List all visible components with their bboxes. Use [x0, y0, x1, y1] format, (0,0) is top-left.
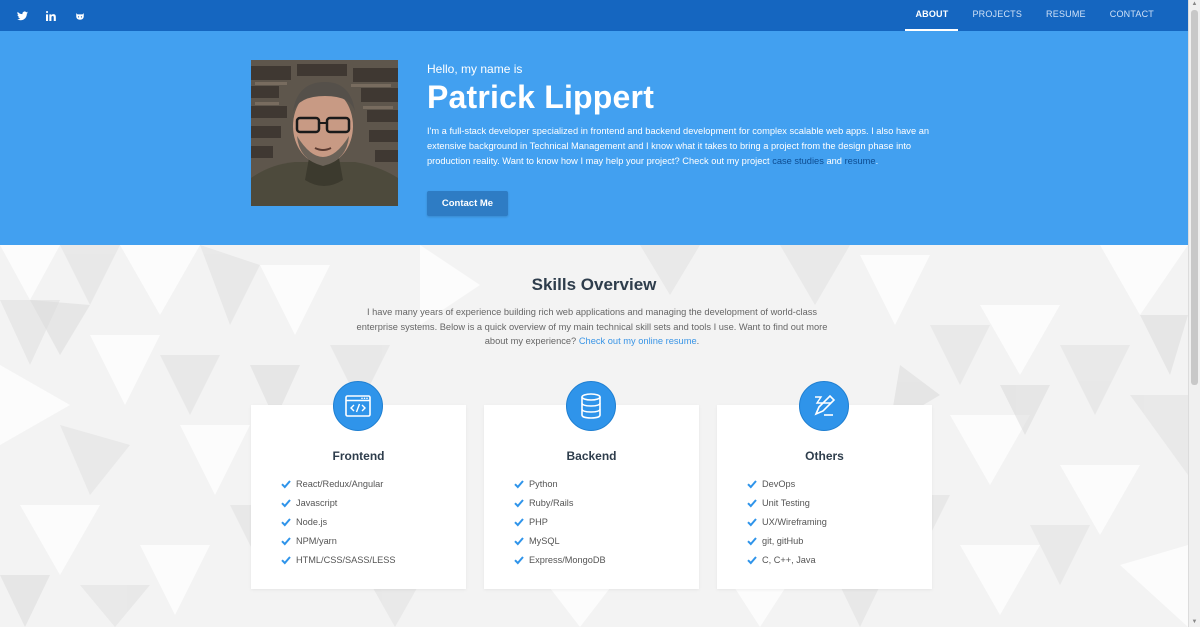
skill-item-label: C, C++, Java	[762, 555, 816, 566]
check-icon	[281, 479, 291, 489]
list-item: MySQL	[514, 532, 606, 551]
hero-greeting: Hello, my name is	[427, 62, 523, 76]
list-item: Express/MongoDB	[514, 551, 606, 570]
skill-card-others: Others DevOps Unit Testing UX/Wireframin…	[717, 405, 932, 589]
check-icon	[514, 479, 524, 489]
hero-name: Patrick Lippert	[427, 79, 655, 115]
check-icon	[514, 536, 524, 546]
skill-item-label: DevOps	[762, 478, 796, 489]
check-icon	[747, 479, 757, 489]
hero-intro-and: and	[823, 156, 845, 166]
skills-description-end: .	[696, 336, 700, 346]
skill-item-label: HTML/CSS/SASS/LESS	[296, 555, 396, 566]
list-item: Ruby/Rails	[514, 493, 606, 512]
check-icon	[281, 555, 291, 565]
list-item: DevOps	[747, 474, 827, 493]
check-icon	[281, 536, 291, 546]
list-item: Javascript	[281, 493, 396, 512]
skill-item-label: React/Redux/Angular	[296, 478, 384, 489]
top-navbar: ABOUT PROJECTS RESUME CONTACT	[0, 0, 1188, 31]
database-icon	[566, 381, 616, 431]
skill-item-label: Unit Testing	[762, 497, 810, 508]
linkedin-icon[interactable]	[41, 6, 61, 26]
check-icon	[514, 555, 524, 565]
social-links	[12, 0, 99, 31]
skill-list: Python Ruby/Rails PHP MySQL Express/Mong…	[514, 474, 606, 570]
list-item: NPM/yarn	[281, 532, 396, 551]
skills-title: Skills Overview	[531, 275, 657, 294]
nav-projects[interactable]: PROJECTS	[962, 0, 1032, 31]
profile-photo	[251, 60, 398, 206]
skill-list: DevOps Unit Testing UX/Wireframing git, …	[747, 474, 827, 570]
check-icon	[514, 517, 524, 527]
twitter-icon[interactable]	[12, 6, 32, 26]
skills-section: Skills Overview I have many years of exp…	[0, 245, 1188, 627]
contact-me-button[interactable]: Contact Me	[427, 191, 508, 216]
list-item: UX/Wireframing	[747, 512, 827, 531]
list-item: git, gitHub	[747, 532, 827, 551]
list-item: PHP	[514, 512, 606, 531]
check-icon	[747, 517, 757, 527]
nav-contact[interactable]: CONTACT	[1100, 0, 1164, 31]
skill-card-frontend: Frontend React/Redux/Angular Javascript …	[251, 405, 466, 589]
list-item: C, C++, Java	[747, 551, 827, 570]
online-resume-link[interactable]: Check out my online resume	[579, 336, 697, 346]
check-icon	[514, 498, 524, 508]
skill-card-backend: Backend Python Ruby/Rails PHP MySQL Expr…	[484, 405, 699, 589]
skill-item-label: Javascript	[296, 497, 338, 508]
skill-item-label: git, gitHub	[762, 536, 804, 547]
check-icon	[747, 498, 757, 508]
case-studies-link[interactable]: case studies	[772, 156, 824, 166]
scroll-down-arrow-icon[interactable]: ▼	[1191, 619, 1198, 626]
main-nav: ABOUT PROJECTS RESUME CONTACT	[901, 0, 1164, 31]
skill-item-label: Ruby/Rails	[529, 497, 574, 508]
scrollbar-thumb[interactable]	[1191, 10, 1198, 385]
check-icon	[281, 498, 291, 508]
skill-card-title: Others	[805, 449, 844, 463]
resume-link[interactable]: resume	[845, 156, 876, 166]
check-icon	[747, 555, 757, 565]
skill-item-label: UX/Wireframing	[762, 516, 827, 527]
list-item: Python	[514, 474, 606, 493]
page-scrollbar[interactable]: ▲ ▼	[1188, 0, 1200, 627]
skill-card-title: Frontend	[332, 449, 385, 463]
list-item: Unit Testing	[747, 493, 827, 512]
skill-item-label: NPM/yarn	[296, 536, 337, 547]
skill-item-label: MySQL	[529, 536, 560, 547]
check-icon	[747, 536, 757, 546]
skill-item-label: Python	[529, 478, 558, 489]
nav-resume[interactable]: RESUME	[1036, 0, 1096, 31]
skill-item-label: PHP	[529, 516, 548, 527]
hero-intro: I'm a full-stack developer specialized i…	[427, 124, 932, 169]
list-item: Node.js	[281, 512, 396, 531]
skill-card-title: Backend	[566, 449, 617, 463]
check-icon	[281, 517, 291, 527]
skill-list: React/Redux/Angular Javascript Node.js N…	[281, 474, 396, 570]
hero-intro-end: .	[875, 156, 879, 166]
github-icon[interactable]	[70, 6, 90, 26]
pen-ruler-icon	[799, 381, 849, 431]
nav-about[interactable]: ABOUT	[905, 0, 959, 31]
scroll-up-arrow-icon[interactable]: ▲	[1191, 1, 1198, 8]
list-item: React/Redux/Angular	[281, 474, 396, 493]
list-item: HTML/CSS/SASS/LESS	[281, 551, 396, 570]
skill-item-label: Node.js	[296, 516, 328, 527]
code-window-icon	[333, 381, 383, 431]
hero-section: Hello, my name is Patrick Lippert I'm a …	[0, 31, 1188, 245]
skill-item-label: Express/MongoDB	[529, 555, 606, 566]
skills-description: I have many years of experience building…	[352, 305, 832, 349]
